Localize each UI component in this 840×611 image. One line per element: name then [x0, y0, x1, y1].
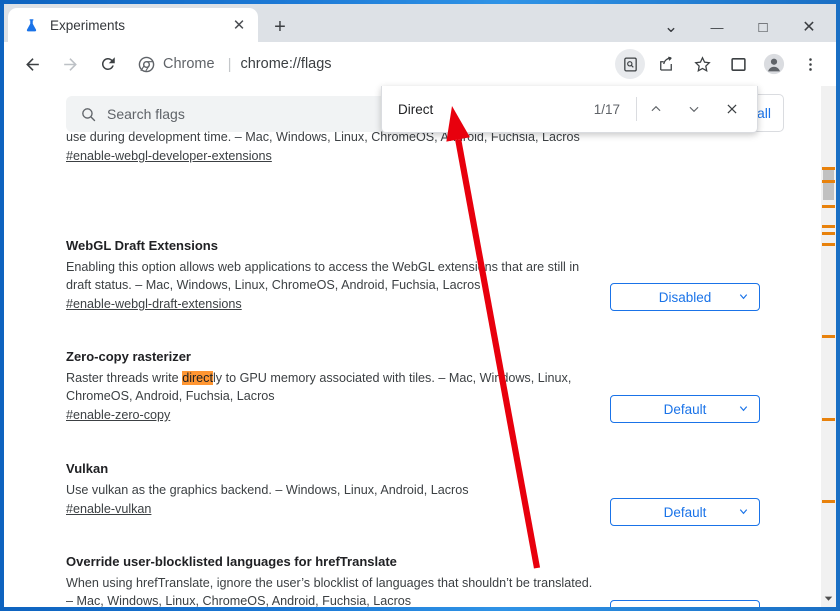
- flag-title: WebGL Draft Extensions: [66, 238, 218, 253]
- flag-title: Zero-copy rasterizer: [66, 349, 191, 364]
- flag-id-link[interactable]: #enable-webgl-draft-extensions: [66, 297, 242, 311]
- scrollbar-thumb[interactable]: [823, 170, 834, 200]
- flask-icon: [22, 16, 40, 34]
- toolbar-icons: [612, 49, 828, 79]
- scrollbar-tick: [822, 232, 835, 235]
- flag-id-link[interactable]: #enable-vulkan: [66, 502, 151, 516]
- flag-entry: WebGL Draft Extensions Enabling this opt…: [66, 238, 594, 313]
- minimize-button[interactable]: —: [694, 8, 740, 46]
- flag-entry: use during development time. – Mac, Wind…: [66, 128, 594, 165]
- scrollbar-tick: [822, 335, 835, 338]
- find-close-icon[interactable]: [715, 92, 749, 126]
- tab-close-icon[interactable]: ✕: [226, 12, 252, 38]
- search-flags-placeholder: Search flags: [107, 106, 185, 122]
- chevron-down-icon: [738, 607, 749, 608]
- flag-description: Enabling this option allows web applicat…: [66, 260, 580, 292]
- find-in-page-icon[interactable]: [615, 49, 645, 79]
- flag-select-value: Default: [664, 607, 707, 608]
- browser-tab[interactable]: Experiments ✕: [8, 8, 258, 42]
- flag-description: Use vulkan as the graphics backend. – Wi…: [66, 483, 469, 497]
- chrome-logo-icon: [138, 56, 155, 72]
- scrollbar-tick: [822, 225, 835, 228]
- three-dot-menu-icon[interactable]: [795, 49, 825, 79]
- window-controls: ⌄ — □ ✕: [648, 8, 832, 46]
- address-bar[interactable]: Chrome | chrome://flags: [136, 49, 612, 79]
- flag-entry: Zero-copy rasterizer Raster threads writ…: [66, 349, 594, 424]
- vertical-scrollbar[interactable]: [821, 86, 836, 607]
- flag-select[interactable]: Default: [610, 600, 760, 607]
- find-match-highlight: direct: [182, 371, 213, 385]
- flag-select[interactable]: Disabled: [610, 283, 760, 311]
- omnibox-url: chrome://flags: [240, 56, 332, 72]
- search-icon: [80, 106, 97, 123]
- tab-title: Experiments: [50, 17, 126, 33]
- find-divider: [636, 97, 637, 121]
- flag-title: Vulkan: [66, 461, 109, 476]
- flag-entry: Override user-blocklisted languages for …: [66, 554, 594, 607]
- flags-list: use during development time. – Mac, Wind…: [4, 130, 811, 607]
- site-chip[interactable]: Chrome: [136, 50, 219, 78]
- chevron-down-icon: [738, 402, 749, 417]
- maximize-button[interactable]: □: [740, 8, 786, 46]
- share-icon[interactable]: [651, 49, 681, 79]
- forward-icon: [54, 48, 86, 80]
- flag-id-link[interactable]: #enable-webgl-developer-extensions: [66, 149, 272, 163]
- chip-label: Chrome: [163, 56, 215, 72]
- scrollbar-tick: [822, 205, 835, 208]
- bookmark-star-icon[interactable]: [687, 49, 717, 79]
- flag-title: Override user-blocklisted languages for …: [66, 554, 397, 569]
- close-button[interactable]: ✕: [786, 8, 832, 46]
- new-tab-button[interactable]: +: [266, 13, 294, 41]
- side-panel-icon[interactable]: [723, 49, 753, 79]
- tab-search-button[interactable]: ⌄: [648, 8, 694, 46]
- scrollbar-tick: [822, 243, 835, 246]
- flag-id-link[interactable]: #enable-zero-copy: [66, 408, 170, 422]
- find-match-count: 1/17: [593, 101, 620, 117]
- scrollbar-tick: [822, 180, 835, 183]
- find-query-input[interactable]: Direct: [398, 102, 594, 117]
- scrollbar-down-arrow-icon[interactable]: [821, 594, 836, 603]
- page-content: Search flags t all use during developmen…: [4, 86, 836, 607]
- flag-select-value: Default: [663, 401, 707, 417]
- scrollbar-tick: [822, 500, 835, 503]
- chevron-down-icon: [738, 505, 749, 520]
- browser-toolbar: Chrome | chrome://flags: [4, 42, 836, 86]
- flag-description: Raster threads write directly to GPU mem…: [66, 369, 594, 405]
- chevron-down-icon: [738, 290, 749, 305]
- flag-select[interactable]: Default: [610, 498, 760, 526]
- desc-text-before-match: Raster threads write: [66, 371, 183, 385]
- find-previous-icon[interactable]: [639, 92, 673, 126]
- find-next-icon[interactable]: [677, 92, 711, 126]
- profile-avatar-icon[interactable]: [759, 49, 789, 79]
- flag-select[interactable]: Default: [610, 395, 760, 423]
- flag-description: When using hrefTranslate, ignore the use…: [66, 576, 593, 607]
- flag-select-value: Disabled: [658, 289, 712, 305]
- flag-entry: Vulkan Use vulkan as the graphics backen…: [66, 461, 594, 518]
- tab-strip: Experiments ✕ + ⌄ — □ ✕: [4, 4, 836, 42]
- scrollbar-tick: [822, 418, 835, 421]
- omnibox-separator: |: [227, 55, 232, 73]
- browser-window: Experiments ✕ + ⌄ — □ ✕ Chrome | chrome:…: [0, 0, 840, 611]
- find-in-page-bar: Direct 1/17: [381, 86, 758, 133]
- scrollbar-tick: [822, 167, 835, 170]
- flag-select-value: Default: [663, 504, 707, 520]
- reload-icon[interactable]: [92, 48, 124, 80]
- back-icon[interactable]: [16, 48, 48, 80]
